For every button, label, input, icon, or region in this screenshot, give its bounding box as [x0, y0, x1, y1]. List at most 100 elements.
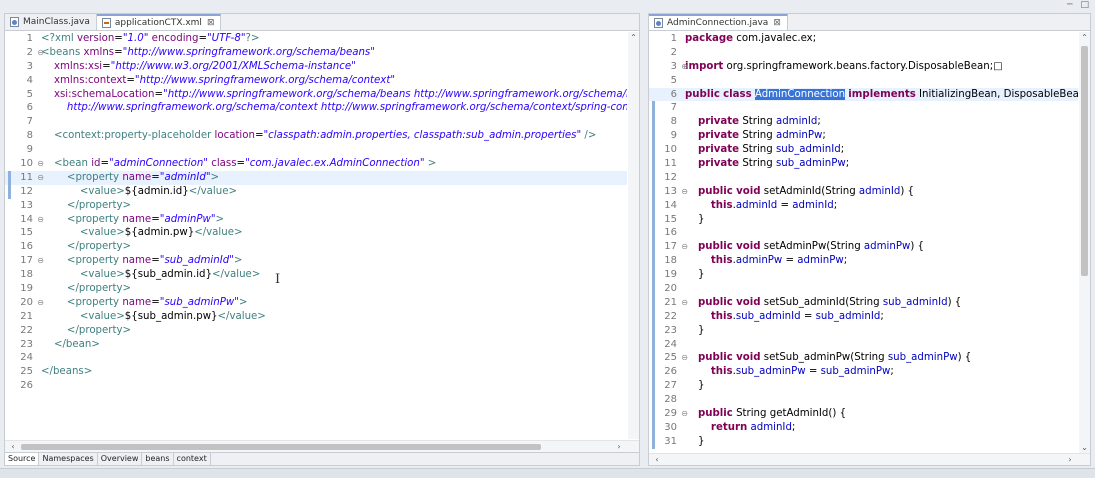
scroll-up-icon[interactable]: ⌃	[1079, 32, 1090, 43]
line-number: 30	[649, 420, 679, 435]
scroll-up-icon[interactable]: ⌃	[628, 32, 639, 43]
line-number: 5	[670, 74, 677, 86]
code-line[interactable]: 11 private String sub_adminPw;	[649, 157, 1078, 171]
line-number: 1	[670, 33, 677, 44]
minimize-icon[interactable]: ─	[1067, 0, 1072, 10]
code-line[interactable]: 4 xmlns:context="http://www.springframew…	[5, 74, 627, 88]
code-line[interactable]: 23 </bean>	[5, 338, 627, 352]
code-line[interactable]: 28	[649, 393, 1078, 408]
code-line[interactable]: 18 <value>${sub_admin.id}</value>	[5, 268, 627, 282]
code-line[interactable]: 15 <value>${admin.pw}</value>	[5, 226, 627, 240]
java-source-text[interactable]: 1package com.javalec.ex;23import org.spr…	[649, 32, 1078, 453]
code-line[interactable]: 1 package com.javalec.ex;	[649, 32, 1078, 46]
code-text: xsi:schemaLocation="http://www.springfra…	[53, 88, 627, 100]
code-line[interactable]: 22 </property>	[5, 324, 627, 338]
close-tab-icon[interactable]: ⊠	[773, 18, 781, 28]
vertical-scrollbar[interactable]: ⌃ ⌄	[1079, 32, 1090, 453]
code-line[interactable]: 17 public void setAdminPw(String adminPw…	[649, 240, 1078, 255]
code-line[interactable]: 7	[5, 115, 627, 129]
maximize-icon[interactable]: □	[1080, 0, 1089, 10]
code-line[interactable]: 10 <bean id="adminConnection" class="com…	[5, 157, 627, 171]
code-line[interactable]: 16	[649, 226, 1078, 241]
line-number: 24	[649, 337, 679, 352]
scroll-left-icon[interactable]: ‹	[651, 454, 663, 466]
tab-label: applicationCTX.xml	[114, 18, 202, 28]
code-line[interactable]: 2<beans xmlns="http://www.springframewor…	[5, 46, 627, 60]
code-line[interactable]: 26	[5, 379, 627, 393]
code-line[interactable]: 5	[649, 74, 1078, 88]
xml-editor-bottom-tabs: Source Namespaces Overview beans context	[5, 452, 639, 465]
scroll-thumb[interactable]	[1081, 46, 1088, 276]
scroll-down-icon[interactable]: ⌄	[1079, 442, 1090, 453]
tab-beans[interactable]: beans	[142, 453, 174, 465]
vertical-scrollbar[interactable]: ⌃	[628, 32, 639, 439]
xml-source-text[interactable]: 1 <?xml version="1.0" encoding="UTF-8"?> 2…	[5, 32, 627, 439]
scroll-right-icon[interactable]: ›	[1064, 454, 1076, 466]
code-line[interactable]: 12	[649, 170, 1078, 185]
code-line[interactable]: 31 }	[649, 434, 1078, 449]
tab-namespaces[interactable]: Namespaces	[39, 453, 98, 465]
code-line[interactable]: 5 xsi:schemaLocation="http://www.springf…	[5, 88, 627, 102]
code-line[interactable]: 7	[649, 101, 1078, 116]
code-text: }	[685, 269, 705, 281]
code-line[interactable]: 11 <property name="adminId">	[5, 170, 627, 185]
code-line[interactable]: 23 }	[649, 323, 1078, 338]
code-text: <property name="sub_adminPw">	[66, 296, 248, 308]
code-line[interactable]: 13 public void setAdminId(String adminId…	[649, 184, 1078, 199]
code-line[interactable]: 14 <property name="adminPw">	[5, 213, 627, 227]
code-line[interactable]: 27 }	[649, 379, 1078, 394]
line-number: 18	[20, 269, 33, 281]
code-text: private String sub_adminId;	[697, 144, 845, 156]
code-line[interactable]: 24	[5, 351, 627, 365]
code-line[interactable]: 9 private String adminPw;	[649, 129, 1078, 144]
tab-mainclass-java[interactable]: MainClass.java	[5, 14, 97, 30]
code-line[interactable]: 16 </property>	[5, 240, 627, 254]
code-line[interactable]: 20 <property name="sub_adminPw">	[5, 296, 627, 310]
code-line[interactable]: 18 this.adminPw = adminPw;	[649, 254, 1078, 269]
line-number: 16	[649, 226, 679, 241]
code-line[interactable]: 21 <value>${sub_admin.pw}</value>	[5, 310, 627, 324]
code-line[interactable]: 6 public class AdminConnection implements…	[649, 87, 1078, 102]
code-line[interactable]: 13 </property>	[5, 199, 627, 213]
code-text: <value>${admin.id}</value>	[79, 185, 238, 197]
close-tab-icon[interactable]: ⊠	[207, 18, 215, 28]
tab-source[interactable]: Source	[5, 453, 40, 465]
code-line[interactable]: 24	[649, 337, 1078, 352]
code-line[interactable]: 8 <context:property-placeholder location…	[5, 129, 627, 143]
code-line[interactable]: 6 http://www.springframework.org/schema/…	[5, 101, 627, 115]
code-text: public String getAdminId() {	[697, 408, 847, 420]
code-line[interactable]: 20	[649, 282, 1078, 296]
code-text: <value>${admin.pw}</value>	[79, 227, 243, 239]
horizontal-scrollbar[interactable]: ‹ ›	[649, 453, 1090, 465]
scroll-thumb[interactable]	[21, 444, 541, 450]
code-line[interactable]: 14 this.adminId = adminId;	[649, 198, 1078, 213]
code-line[interactable]: 29 public String getAdminId() {	[649, 407, 1078, 421]
code-line[interactable]: 3import org.springframework.beans.factor…	[649, 60, 1078, 74]
code-line[interactable]: 12 <value>${admin.id}</value>	[5, 184, 627, 199]
code-line[interactable]: 25 </beans>	[5, 365, 627, 379]
horizontal-scrollbar[interactable]: ‹ ›	[5, 440, 639, 452]
code-line[interactable]: 15 }	[649, 212, 1078, 227]
tab-overview[interactable]: Overview	[98, 453, 143, 465]
code-text: http://www.springframework.org/schema/co…	[66, 102, 627, 114]
code-line[interactable]: 25 public void setSub_adminPw(String sub…	[649, 351, 1078, 366]
tab-applicationctx-xml[interactable]: applicationCTX.xml ⊠	[96, 14, 222, 30]
tab-adminconnection-java[interactable]: AdminConnection.java ⊠	[649, 14, 788, 30]
code-line[interactable]: 8 private String adminId;	[649, 115, 1078, 130]
code-line[interactable]: 22 this.sub_adminId = sub_adminId;	[649, 309, 1078, 324]
code-line[interactable]: 30 return adminId;	[649, 420, 1078, 435]
code-line[interactable]: 1 <?xml version="1.0" encoding="UTF-8"?>	[5, 32, 627, 46]
line-number: 11	[649, 157, 679, 171]
code-line[interactable]: 21 public void setSub_adminId(String sub…	[649, 295, 1078, 310]
code-line[interactable]: 26 this.sub_adminPw = sub_adminPw;	[649, 365, 1078, 380]
code-line[interactable]: 19 </property>	[5, 282, 627, 296]
code-line[interactable]: 2	[649, 46, 1078, 60]
code-line[interactable]: 3 xmlns:xsi="http://www.w3.org/2001/XMLS…	[5, 60, 627, 74]
code-line[interactable]: 9	[5, 143, 627, 157]
tab-context[interactable]: context	[174, 453, 211, 465]
code-line[interactable]: 17 <property name="sub_adminId">	[5, 254, 627, 268]
line-number: 20	[649, 282, 679, 296]
code-line[interactable]: 19 }	[649, 268, 1078, 283]
code-line[interactable]: 10 private String sub_adminId;	[649, 143, 1078, 158]
